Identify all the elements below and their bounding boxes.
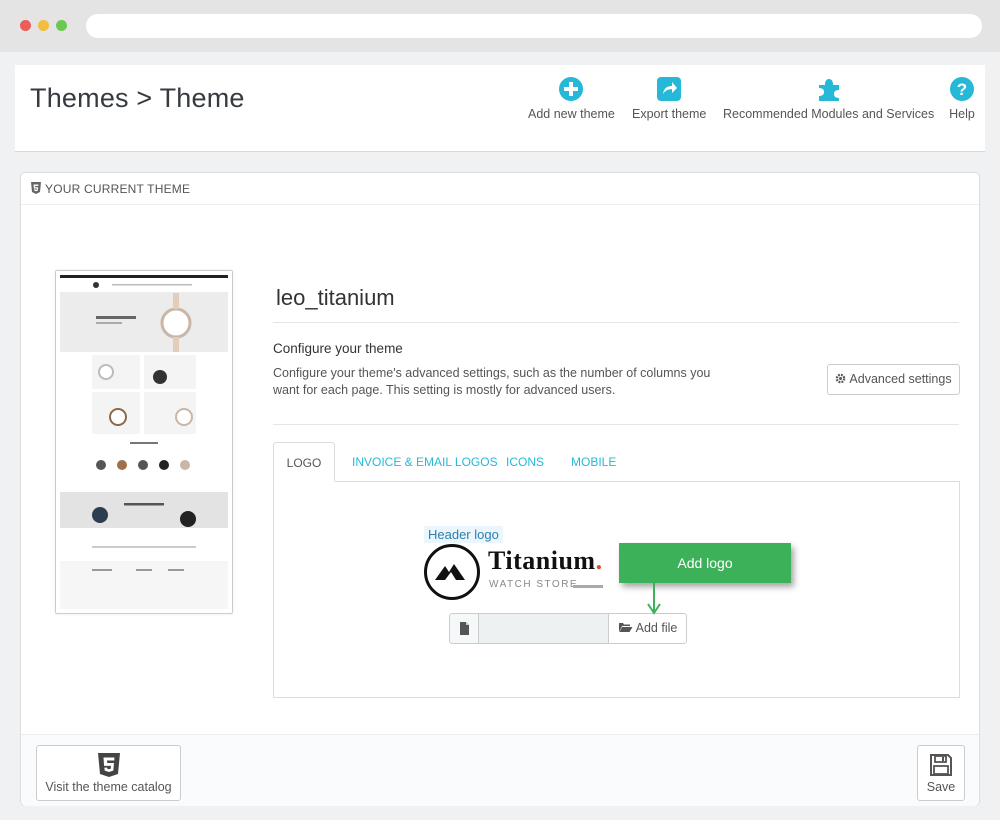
page-title: Themes > Theme — [30, 83, 245, 113]
logo-wordmark: Titanium. — [488, 546, 603, 576]
help-label: Help — [949, 107, 975, 121]
configure-description: Configure your theme's advanced settings… — [273, 366, 711, 397]
configure-title: Configure your theme — [273, 341, 403, 356]
divider — [273, 322, 959, 323]
window-minimize-dot[interactable] — [38, 20, 49, 31]
file-name-field[interactable] — [478, 613, 609, 644]
theme-name: leo_titanium — [276, 285, 395, 310]
advanced-settings-button[interactable]: Advanced settings — [827, 364, 960, 395]
current-theme-panel: YOUR CURRENT THEME leo_titanium Configur… — [20, 172, 980, 806]
help-button[interactable]: ? Help — [949, 76, 975, 121]
gear-icon — [836, 373, 846, 384]
panel-footer: Visit the theme catalog Save — [21, 734, 979, 806]
file-icon — [460, 622, 469, 635]
export-icon — [657, 77, 682, 101]
add-logo-callout: Add logo — [619, 543, 791, 583]
theme-preview-image — [60, 275, 228, 609]
plus-circle-icon — [559, 77, 584, 101]
tab-invoice-email-logos[interactable]: INVOICE & EMAIL LOGOS — [352, 442, 498, 482]
browser-chrome — [0, 0, 1000, 52]
add-new-theme-label: Add new theme — [528, 107, 615, 121]
export-theme-button[interactable]: Export theme — [632, 76, 706, 121]
window-maximize-dot[interactable] — [56, 20, 67, 31]
help-icon: ? — [950, 77, 974, 101]
logo-word-text: Titanium — [488, 546, 596, 575]
page: Themes > Theme Add new theme Export them… — [0, 52, 1000, 820]
add-file-label: Add file — [635, 621, 678, 635]
file-icon-box — [449, 613, 479, 644]
panel-heading: YOUR CURRENT THEME — [21, 173, 979, 205]
header-logo-label: Header logo — [424, 526, 503, 543]
folder-open-icon — [618, 623, 633, 632]
file-upload-group: Add file — [449, 613, 687, 644]
logo-image — [424, 544, 480, 600]
theme-preview-thumbnail — [55, 270, 233, 614]
save-label: Save — [926, 780, 956, 794]
html5-icon — [97, 753, 120, 777]
save-button[interactable]: Save — [917, 745, 965, 801]
tab-mobile[interactable]: MOBILE — [571, 442, 616, 482]
panel-heading-title: YOUR CURRENT THEME — [45, 182, 191, 196]
address-bar[interactable] — [86, 14, 982, 38]
recommended-modules-label: Recommended Modules and Services — [723, 107, 935, 121]
add-file-button[interactable]: Add file — [608, 613, 687, 644]
logo-subtitle-line — [573, 585, 603, 588]
visit-theme-catalog-button[interactable]: Visit the theme catalog — [36, 745, 181, 801]
window-close-dot[interactable] — [20, 20, 31, 31]
page-header: Themes > Theme Add new theme Export them… — [15, 65, 985, 152]
visit-theme-catalog-label: Visit the theme catalog — [45, 780, 172, 794]
logo-word-dot: . — [595, 546, 603, 575]
divider — [273, 424, 959, 425]
add-new-theme-button[interactable]: Add new theme — [528, 76, 615, 121]
logo-subtitle: WATCH STORE — [489, 579, 579, 590]
tab-logo[interactable]: LOGO — [273, 442, 335, 482]
tab-icons[interactable]: ICONS — [506, 442, 544, 482]
recommended-modules-button[interactable]: Recommended Modules and Services — [723, 76, 934, 121]
titanium-logo-mark — [435, 564, 465, 580]
logo-tab-content: Header logo Titanium. WATCH STORE Add fi… — [273, 481, 960, 698]
floppy-disk-icon — [930, 754, 952, 776]
advanced-settings-label: Advanced settings — [849, 372, 952, 386]
export-theme-label: Export theme — [632, 107, 707, 121]
svg-text:?: ? — [957, 80, 967, 99]
html5-icon — [31, 182, 41, 194]
puzzle-icon — [818, 79, 839, 101]
arrow-down-icon — [647, 583, 661, 615]
